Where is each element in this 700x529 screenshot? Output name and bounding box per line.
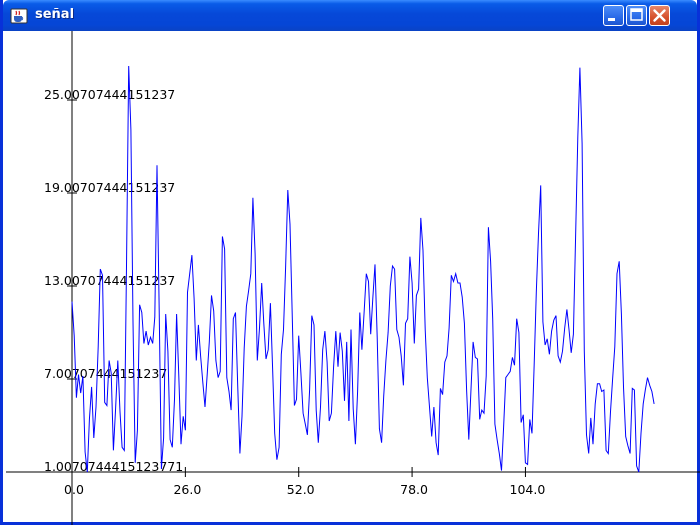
close-button[interactable]	[649, 5, 670, 26]
y-tick-label: 7.00707444151237	[44, 366, 167, 381]
title-bar[interactable]: señal	[3, 0, 697, 31]
signal-chart: 1.00707444151237717.0070744415123713.007…	[6, 31, 700, 525]
y-tick-label: 25.00707444151237	[44, 87, 175, 102]
x-tick-label: 52.0	[287, 482, 315, 497]
java-cup-icon	[10, 8, 28, 24]
minimize-button[interactable]	[603, 5, 624, 26]
app-window: señal 1.0070744415123771 7.00707444151237…	[0, 0, 700, 525]
maximize-icon	[630, 8, 643, 21]
window-title: señal	[35, 7, 75, 22]
maximize-button[interactable]	[626, 5, 647, 26]
x-tick-label: 0.0	[64, 482, 84, 497]
y-tick-label: 19.00707444151237	[44, 180, 175, 195]
close-icon	[653, 9, 666, 22]
x-tick-label: 26.0	[173, 482, 201, 497]
x-tick-label: 78.0	[400, 482, 428, 497]
minimize-icon	[608, 18, 615, 21]
signal-plot: 1.0070744415123771 7.00707444151237 13.007…	[6, 31, 700, 525]
x-tick-label: 104.0	[510, 482, 546, 497]
signal-series-line	[71, 65, 655, 473]
